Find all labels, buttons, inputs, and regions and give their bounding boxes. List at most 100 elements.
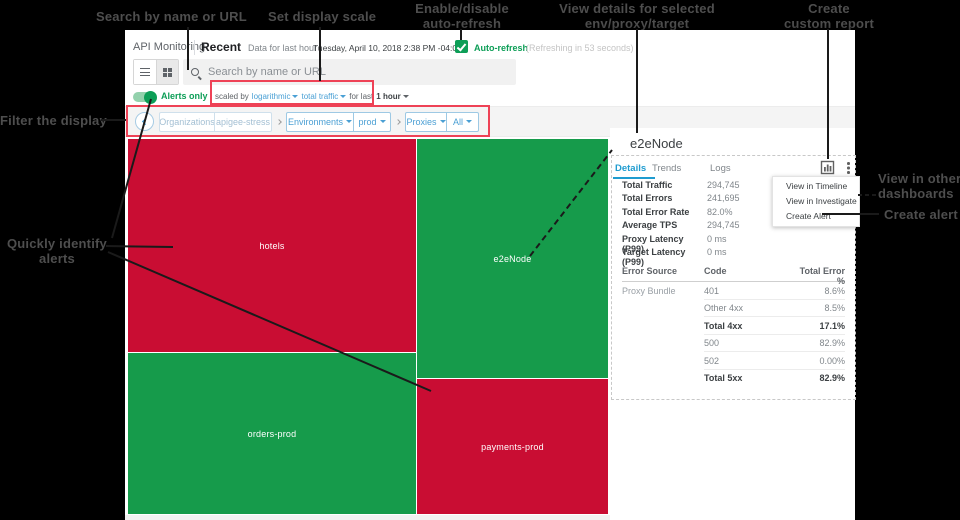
list-icon [140,68,150,76]
pct-cell: 82.9% [790,373,845,383]
breadcrumb-item-environments[interactable]: Environments [286,112,354,132]
pct-cell: 0.00% [790,356,845,366]
table-row: Total 4xx 17.1% [622,317,845,335]
search-icon [191,68,199,76]
column-header: Error Source [622,266,704,281]
metric-value: 0 ms [707,234,727,247]
header-divider [194,40,195,55]
annotation-alerts: Quickly identify alerts [6,236,108,266]
annotation-line: Enable/disable [408,1,516,16]
menu-item-view-in-investigate[interactable]: View in Investigate [773,194,859,209]
metric-row: Target Latency (P99)0 ms [622,247,847,260]
caret-down-icon [403,95,409,98]
annotation-create-alert: Create alert [884,207,960,222]
cell-label: orders-prod [248,429,297,439]
breadcrumb-label: Environments [288,117,343,127]
metric-label: Total Error Rate [622,207,707,220]
caret-down-icon [292,95,298,98]
tab-trends[interactable]: Trends [652,163,681,174]
search-input[interactable] [206,65,486,79]
table-row: Total 5xx 82.9% [622,370,845,388]
autorefresh-label: Auto-refresh [474,43,528,53]
annotation-filter: Filter the display [0,113,100,128]
treemap-cell-payments-prod[interactable]: payments-prod [417,379,608,514]
breadcrumb-group-environments: Environments prod [286,112,391,132]
tab-details[interactable]: Details [615,163,646,174]
breadcrumb-item-org-value[interactable]: apigee-stress [214,112,272,132]
metric-value: 294,745 [707,180,740,193]
caret-down-icon [380,120,386,123]
time-window-value: 1 hour [376,92,400,101]
annotation-line: View in other [878,171,960,186]
breadcrumb-item-proxies[interactable]: Proxies [405,112,447,132]
caret-down-icon [346,120,352,123]
chevron-right-icon [276,119,282,125]
code-cell: 401 [704,286,790,296]
timestamp: Tuesday, April 10, 2018 2:38 PM -04:00 [313,43,462,53]
annotation-line: env/proxy/target [553,16,721,31]
breadcrumb-separator [274,120,284,124]
column-header: Total Error % [790,266,845,281]
annotation-dashboards: View in other dashboards [878,171,960,201]
autorefresh-checkbox[interactable] [455,40,468,53]
cell-label: e2eNode [494,254,532,264]
annotation-report: Create custom report [770,1,888,31]
metric-label: Average TPS [622,220,707,233]
pct-cell: 8.6% [790,286,845,296]
error-source-table: Error Source Code Total Error % Proxy Bu… [622,266,845,387]
treemap-cell-e2enode[interactable]: e2eNode [417,139,608,378]
alerts-only-toggle[interactable] [133,92,155,102]
code-cell: Total 4xx [704,321,790,331]
caret-down-icon [466,120,472,123]
error-source-cell: Proxy Bundle [622,286,704,296]
metric-dropdown[interactable]: total traffic [301,92,346,101]
metric-row: Proxy Latency (P99)0 ms [622,234,847,247]
treemap-cell-orders-prod[interactable]: orders-prod [128,353,416,514]
breadcrumb-label: apigee-stress [216,117,270,127]
table-header-row: Error Source Code Total Error % [622,266,845,282]
create-report-button[interactable] [820,160,835,175]
annotation-scale: Set display scale [268,9,376,24]
metric-label: Total Traffic [622,180,707,193]
context-menu: View in Timeline View in Investigate Cre… [772,176,860,227]
code-cell: 500 [704,338,790,348]
search-box [183,59,516,85]
breadcrumb-item-env-value[interactable]: prod [353,112,391,132]
breadcrumb-item-proxy-value[interactable]: All [446,112,479,132]
breadcrumb-label: prod [358,117,376,127]
pct-cell: 8.5% [790,303,845,313]
annotation-line: View details for selected [553,1,721,16]
scale-type-value: logarithmic [252,92,291,101]
breadcrumb-group-organizations: Organizations apigee-stress [159,112,272,132]
metric-label: Proxy Latency (P99) [622,234,707,247]
kebab-menu-button[interactable] [844,161,852,175]
view-toggle-group [133,59,179,85]
menu-item-create-alert[interactable]: Create Alert [773,209,859,224]
refresh-countdown: (Refreshing in 53 seconds) [526,43,634,53]
annotation-line: alerts [6,251,108,266]
annotation-line: dashboards [878,186,960,201]
metric-label: Target Latency (P99) [622,247,707,260]
menu-item-view-in-timeline[interactable]: View in Timeline [773,179,859,194]
treemap-cell-hotels[interactable]: hotels [128,139,416,352]
column-header: Code [704,266,790,281]
annotation-line: Create [770,1,888,16]
breadcrumb-label: Proxies [406,117,436,127]
breadcrumb-item-organizations[interactable]: Organizations [159,112,215,132]
cell-label: hotels [259,241,284,251]
scaled-by-label: scaled by [215,92,249,101]
table-row: Proxy Bundle 401 8.6% [622,282,845,300]
tab-logs[interactable]: Logs [710,163,731,174]
time-window-dropdown[interactable]: 1 hour [376,92,408,101]
metric-label: Total Errors [622,193,707,206]
breadcrumb-back-button[interactable] [135,112,154,131]
screenshot-stage: Search by name or URL Set display scale … [0,0,960,520]
cell-label: payments-prod [481,442,544,452]
grid-view-button[interactable] [156,60,178,84]
scale-type-dropdown[interactable]: logarithmic [252,92,299,101]
pct-cell: 17.1% [790,321,845,331]
code-cell: Other 4xx [704,303,790,313]
list-view-button[interactable] [134,60,156,84]
annotation-line: auto-refresh [408,16,516,31]
metric-value: 82.0% [707,207,733,220]
